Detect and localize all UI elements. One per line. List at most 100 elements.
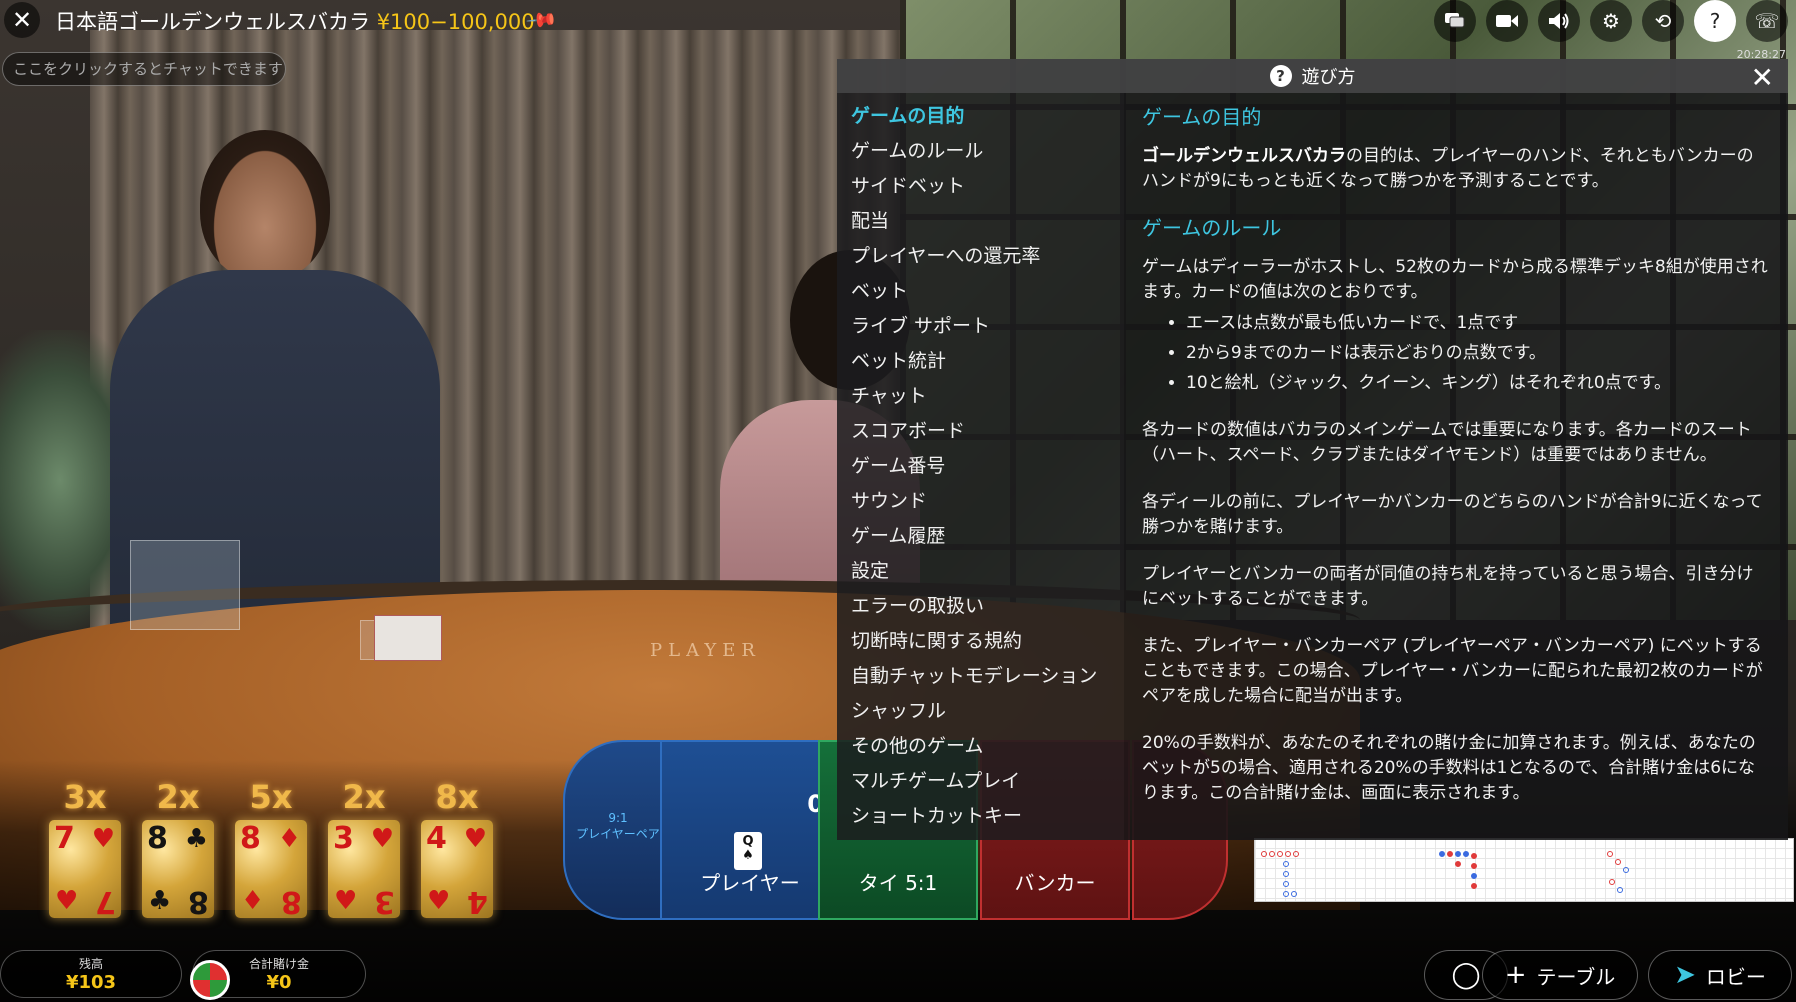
help-nav-item[interactable]: 配当 (837, 204, 1124, 239)
list-item: 10と絵札（ジャック、クイーン、キング）はそれぞれ0点です。 (1186, 371, 1770, 396)
paragraph: ゲームはディーラーがホストし、52枚のカードから成る標準デッキ8組が使用されます… (1142, 257, 1768, 302)
chat-bubble-icon: ◯ (1451, 960, 1481, 990)
help-nav-item[interactable]: チャット (837, 379, 1124, 414)
help-nav-item[interactable]: シャッフル (837, 694, 1124, 729)
help-nav-item[interactable]: その他のゲーム (837, 729, 1124, 764)
scoreboard-mark (1471, 883, 1477, 889)
scoreboard-mark (1617, 887, 1623, 893)
suit-icon: ♥ (370, 824, 394, 854)
help-nav-item[interactable]: プレイヤーへの還元率 (837, 239, 1124, 274)
card-rank: 3 (374, 884, 395, 919)
help-nav-item[interactable]: ゲームの目的 (837, 99, 1124, 134)
video-icon[interactable] (1486, 0, 1528, 42)
help-nav-item[interactable]: ゲーム番号 (837, 449, 1124, 484)
card-rank: 3 (333, 821, 354, 856)
multiplier: 5x (249, 778, 293, 816)
help-nav-item[interactable]: サイドベット (837, 169, 1124, 204)
scoreboard-mark (1471, 853, 1477, 859)
add-table-label: テーブル (1536, 964, 1616, 989)
help-nav-item[interactable]: ゲーム履歴 (837, 519, 1124, 554)
help-nav-item[interactable]: エラーの取扱い (837, 589, 1124, 624)
scoreboard-mark (1283, 871, 1289, 877)
help-header: ? 遊び方 ✕ (837, 59, 1788, 94)
help-panel: ? 遊び方 ✕ ゲームの目的 ゲームのルール サイドベット 配当 プレイヤーへの還元率ベ… (837, 59, 1788, 840)
player-spot[interactable]: 0 Q ♠ プレイヤー (660, 740, 840, 920)
scoreboard[interactable] (1254, 838, 1794, 902)
scoreboard-mark (1607, 851, 1613, 857)
suit-icon: ♣ (184, 824, 208, 854)
help-nav-item[interactable]: マルチゲームプレイ (837, 764, 1124, 799)
lucky-card: 5x 8 ♦ ♦ 8 (235, 778, 307, 919)
scoreboard-mark (1283, 861, 1289, 867)
player-pair-spot[interactable]: 9:1 プレイヤーペア (563, 740, 673, 920)
volume-icon[interactable] (1538, 0, 1580, 42)
spade-icon: ♠ (742, 848, 754, 863)
lobby-icon: ➤ (1674, 960, 1696, 990)
scoreboard-mark (1463, 851, 1469, 857)
history-icon[interactable]: ⟲ (1642, 0, 1684, 42)
player-pair-ratio: 9:1 (608, 811, 628, 825)
scoreboard-mark (1439, 851, 1445, 857)
help-nav-item[interactable]: 設定 (837, 554, 1124, 589)
lobby-label: ロビー (1705, 964, 1766, 989)
game-name: 日本語ゴールデンウェルスバカラ (55, 10, 370, 34)
game-name-bold: ゴールデンウェルスバカラ (1142, 146, 1346, 166)
scoreboard-mark (1269, 851, 1275, 857)
player-label: プレイヤー (700, 871, 800, 895)
discard-box (130, 540, 240, 630)
lobby-button[interactable]: ➤ ロビー (1648, 950, 1792, 1000)
help-nav-item[interactable]: ベット統計 (837, 344, 1124, 379)
help-nav-item[interactable]: ベット (837, 274, 1124, 309)
close-icon[interactable]: ✕ (1751, 61, 1774, 94)
question-icon: ? (1269, 65, 1292, 87)
balance-value: ¥103 (65, 972, 117, 993)
scoreboard-mark (1447, 851, 1453, 857)
help-content[interactable]: ゲームの目的 ゴールデンウェルスバカラの目的は、プレイヤーのハンド、それともバン… (1124, 93, 1788, 840)
chat-icon[interactable] (1434, 0, 1476, 42)
help-nav-item[interactable]: 切断時に関する規約 (837, 624, 1124, 659)
section-title: ゲームのルール (1142, 216, 1282, 240)
suit-icon: ♦ (277, 824, 301, 854)
add-table-button[interactable]: + テーブル (1482, 950, 1638, 1000)
help-nav-item[interactable]: ライブ サポート (837, 309, 1124, 344)
player-card-rank: Q (742, 834, 754, 849)
help-icon[interactable]: ? (1694, 0, 1736, 42)
balance-display: 残高 ¥103 (0, 950, 182, 998)
table-print: PLAYER (650, 640, 761, 661)
player-pair-text: プレイヤーペア (576, 827, 660, 841)
suit-icon: ♥ (427, 886, 451, 916)
help-nav-item[interactable]: サウンド (837, 484, 1124, 519)
chat-input[interactable]: ここをクリックするとチャットできます (2, 52, 286, 86)
help-nav-item[interactable]: ショートカットキー (837, 799, 1124, 834)
top-bar: ✕ 日本語ゴールデンウェルスバカラ ¥100−100,000 📌 ⚙ ⟲ ? ☏… (0, 0, 1796, 61)
tie-label: タイ 5:1 (858, 871, 938, 895)
paragraph: また、プレイヤー・バンカーペア (プレイヤーペア・バンカーペア) にベットするこ… (1142, 636, 1763, 706)
scoreboard-mark (1291, 891, 1297, 897)
gold-card: 4 ♥ ♥ 4 (421, 820, 493, 919)
card-deck (374, 615, 442, 661)
bet-limits: ¥100−100,000 (376, 10, 535, 34)
card-rank: 4 (426, 821, 447, 856)
card-rank: 7 (54, 821, 75, 856)
lucky-card: 3x 7 ♥ ♥ 7 (49, 778, 121, 919)
suit-icon: ♦ (241, 886, 265, 916)
help-nav-item[interactable]: スコアボード (837, 414, 1124, 449)
scoreboard-mark (1471, 873, 1477, 879)
headset-icon[interactable]: ☏ (1746, 0, 1788, 42)
scoreboard-mark (1455, 851, 1461, 857)
section-title: ゲームの目的 (1142, 105, 1262, 129)
close-icon[interactable]: ✕ (4, 2, 40, 38)
paragraph: 各カードの数値はバカラのメインゲームでは重要になります。各カードのスート（ハート… (1142, 420, 1752, 465)
lucky-card: 2x 3 ♥ ♥ 3 (328, 778, 400, 919)
multiplier: 3x (63, 778, 107, 816)
balance-label: 残高 (78, 957, 103, 971)
gold-card: 3 ♥ ♥ 3 (328, 820, 400, 919)
player-pair-label: 9:1 プレイヤーペア (565, 810, 671, 842)
gear-icon[interactable]: ⚙ (1590, 0, 1632, 42)
help-nav-item[interactable]: 自動チャットモデレーション (837, 659, 1124, 694)
help-nav-item[interactable]: ゲームのルール (837, 134, 1124, 169)
chips-icon (190, 960, 230, 1000)
list-item: エースは点数が最も低いカードで、1点です (1186, 311, 1770, 336)
scoreboard-mark (1283, 881, 1289, 887)
lucky-card: 2x 8 ♣ ♣ 8 (142, 778, 214, 919)
